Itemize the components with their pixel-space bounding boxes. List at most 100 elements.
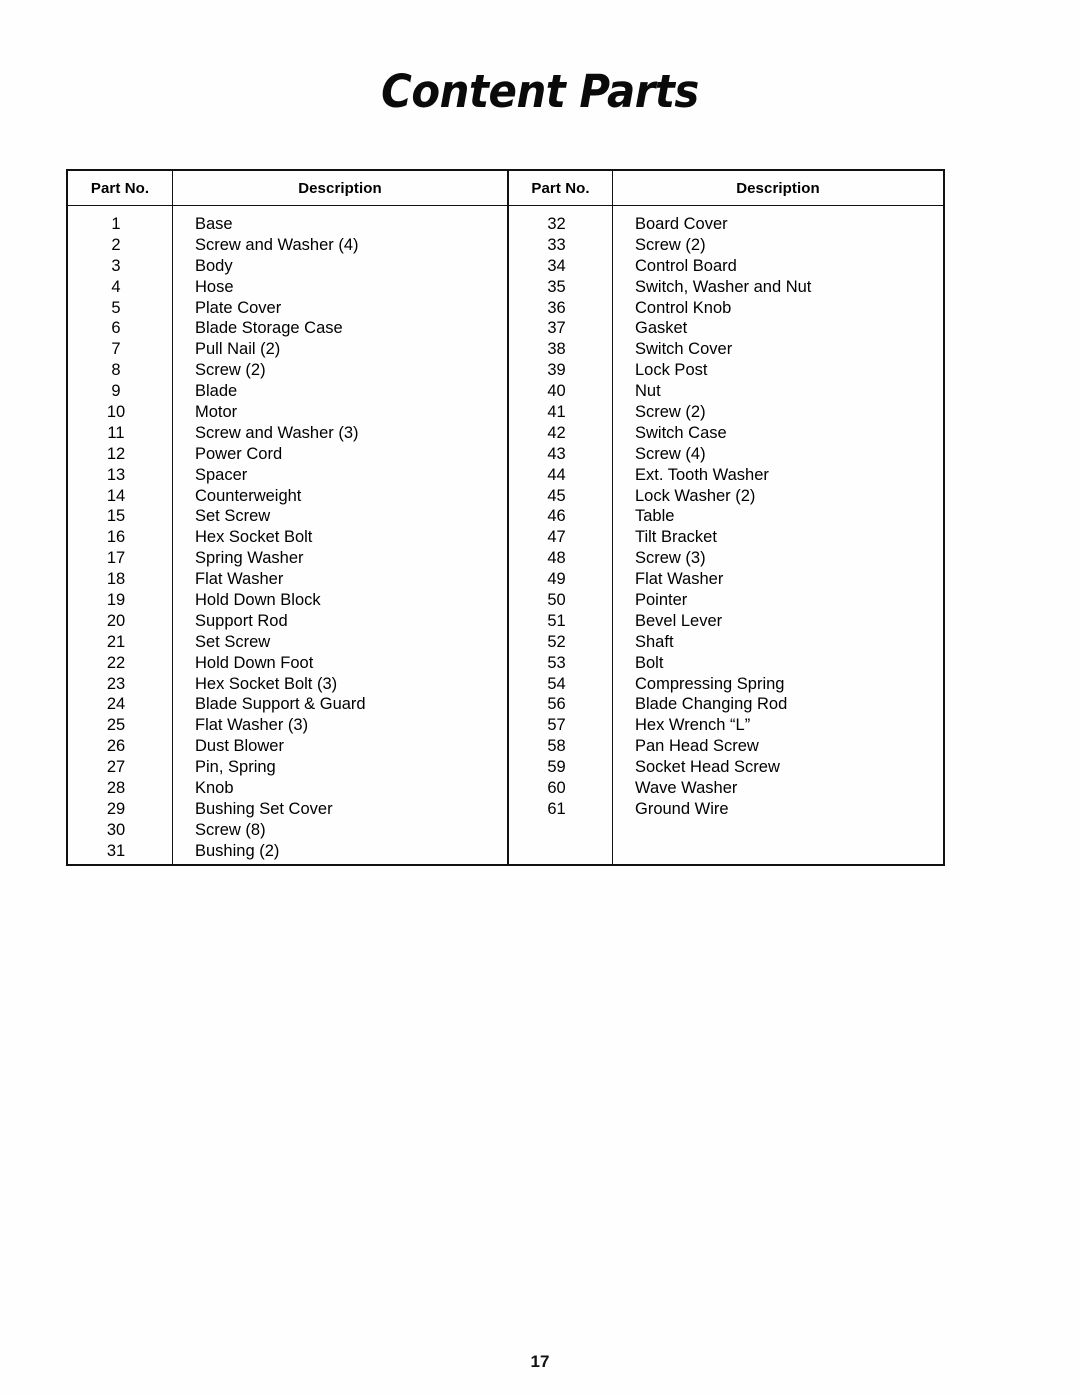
table-row: 46 — [547, 507, 566, 526]
table-row: 18 — [106, 570, 126, 589]
table-row: Lock Washer (2) — [635, 486, 756, 505]
table-row: 3 — [111, 256, 121, 275]
table-row: 19 — [106, 591, 126, 610]
table-row: Bushing Set Cover — [195, 799, 333, 818]
table-row: Blade Support & Guard — [195, 695, 366, 714]
table-row: 59 — [547, 758, 566, 777]
table-row: 35 — [547, 277, 566, 296]
table-row: Ext. Tooth Washer — [635, 465, 769, 484]
table-row: 51 — [547, 611, 566, 630]
header-label-part-no-right: Part No. — [531, 179, 590, 197]
table-row: Screw (2) — [635, 403, 706, 422]
table-row: Flat Washer — [635, 570, 724, 589]
table-row: Hex Wrench “L” — [635, 716, 751, 735]
table-row: Hex Socket Bolt (3) — [195, 674, 338, 693]
table-row: 23 — [106, 674, 126, 693]
table-row: 29 — [106, 799, 126, 818]
table-row: Set Screw — [195, 507, 271, 526]
parts-table: Part No. Description Part No. Descriptio… — [66, 169, 945, 866]
table-row: Switch Cover — [635, 340, 733, 359]
table-row: Power Cord — [195, 444, 283, 463]
table-row: 26 — [106, 737, 126, 756]
table-row: 48 — [547, 549, 566, 568]
header-cell-description-right: Description — [612, 171, 943, 205]
table-row: Control Knob — [635, 298, 732, 317]
table-row: Lock Post — [635, 361, 708, 380]
table-row: Bevel Lever — [635, 611, 723, 630]
table-row: 53 — [547, 653, 566, 672]
header-cell-part-no-left: Part No. — [68, 171, 172, 205]
table-row: 15 — [106, 507, 126, 526]
table-row: 17 — [106, 549, 126, 568]
table-row: Plate Cover — [195, 298, 282, 317]
table-row: 12 — [106, 444, 126, 463]
column-part-no-right: 32 33 34 35 36 37 38 39 40 41 42 43 44 45 46 47 48 49 50 51… — [507, 206, 612, 864]
table-row: Pointer — [635, 591, 688, 610]
table-row: 25 — [106, 716, 126, 735]
table-row: 61 — [547, 799, 566, 818]
table-row: Switch Case — [635, 423, 727, 442]
document-page: Content Parts Part No. Description Part … — [0, 0, 1080, 1395]
table-row: Bushing (2) — [195, 841, 280, 860]
table-row: Tilt Bracket — [635, 528, 717, 547]
table-row: Bolt — [635, 653, 664, 672]
table-row: Switch, Washer and Nut — [635, 277, 812, 296]
column-part-no-left: 1 2 3 4 5 6 7 8 9 10 11 12 13 14 15 16 17 18 19 20 21 22 23 24 2… — [68, 206, 172, 864]
table-row: Flat Washer — [195, 570, 284, 589]
table-row: 33 — [547, 235, 566, 254]
page-title: Content Parts — [381, 65, 699, 118]
table-row: Hose — [195, 277, 234, 296]
table-row: Nut — [635, 382, 661, 401]
table-row: 60 — [547, 779, 566, 798]
table-row: Ground Wire — [635, 799, 729, 818]
table-row: 21 — [106, 632, 126, 651]
table-row: 49 — [547, 570, 566, 589]
table-row: Blade Changing Rod — [635, 695, 788, 714]
table-row: Support Rod — [195, 611, 288, 630]
table-row: 54 — [547, 674, 566, 693]
table-row: 1 — [111, 215, 121, 233]
table-row: 7 — [111, 340, 121, 359]
table-row: Pan Head Screw — [635, 737, 759, 756]
table-row: Spacer — [195, 465, 248, 484]
table-row: 34 — [547, 256, 566, 275]
table-row: 27 — [106, 758, 126, 777]
table-row: Spring Washer — [195, 549, 304, 568]
table-row: 10 — [106, 403, 126, 422]
table-row: 41 — [547, 403, 566, 422]
table-row: Counterweight — [195, 486, 302, 505]
table-row: 16 — [106, 528, 126, 547]
table-row: 5 — [111, 298, 121, 317]
table-row: Hold Down Block — [195, 591, 321, 610]
table-row: Hold Down Foot — [195, 653, 314, 672]
table-row: Socket Head Screw — [635, 758, 780, 777]
table-row: 52 — [547, 632, 566, 651]
column-description-left: Base Screw and Washer (4) Body Hose Plate Co… — [172, 206, 507, 864]
header-cell-part-no-right: Part No. — [507, 171, 612, 205]
header-label-part-no-left: Part No. — [90, 179, 150, 197]
table-row: Screw (3) — [635, 549, 706, 568]
table-row: 2 — [111, 235, 121, 254]
table-row: 40 — [547, 382, 566, 401]
table-row: Screw and Washer (4) — [195, 235, 359, 254]
table-row: 38 — [547, 340, 566, 359]
table-row: 22 — [106, 653, 126, 672]
table-row: Screw (2) — [195, 361, 266, 380]
table-row: 24 — [106, 695, 126, 714]
table-row: 8 — [111, 361, 121, 380]
column-description-right: Board Cover Screw (2) Control Board Switch,… — [612, 206, 943, 864]
table-row: Pin, Spring — [195, 758, 276, 777]
table-row: Wave Washer — [635, 779, 738, 798]
table-row: 43 — [547, 444, 566, 463]
table-row: 31 — [106, 841, 126, 860]
table-row: 14 — [106, 486, 126, 505]
table-row: Control Board — [635, 256, 737, 275]
table-row: Table — [635, 507, 675, 526]
table-row: 45 — [547, 486, 566, 505]
table-row: 4 — [111, 277, 121, 296]
table-row: Gasket — [635, 319, 688, 338]
table-row: Compressing Spring — [635, 674, 785, 693]
table-row: 57 — [547, 716, 566, 735]
table-row: Screw (4) — [635, 444, 706, 463]
header-cell-description-left: Description — [172, 171, 507, 205]
